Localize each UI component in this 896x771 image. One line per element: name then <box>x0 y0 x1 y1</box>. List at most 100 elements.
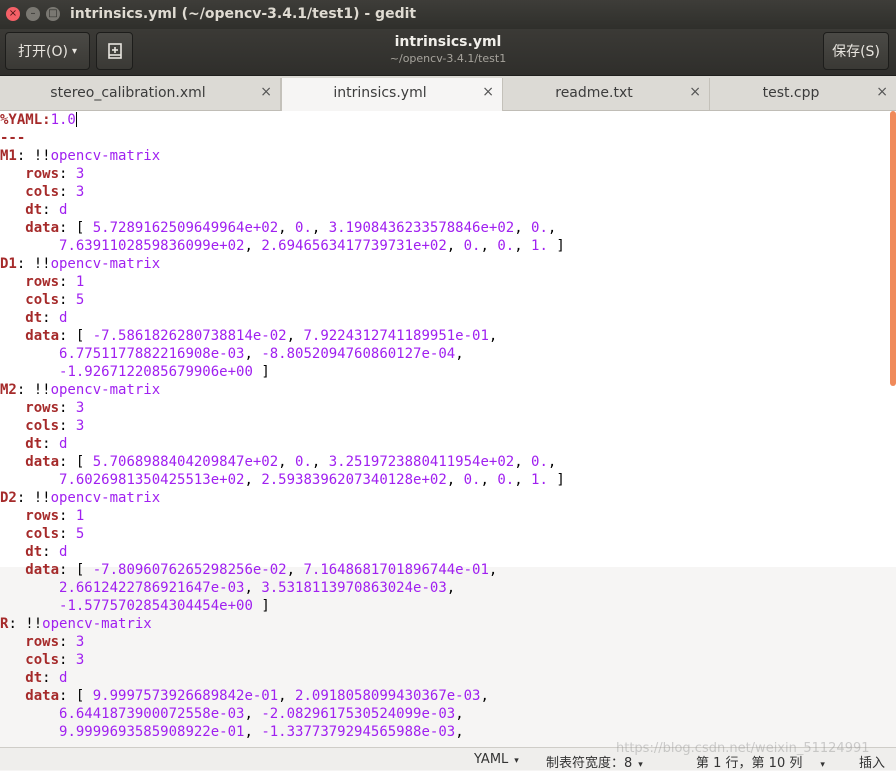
code-key: cols <box>0 526 60 542</box>
close-icon[interactable]: × <box>876 84 888 100</box>
code-line[interactable]: rows: 3 <box>0 165 565 183</box>
code-key: rows <box>0 634 60 650</box>
code-line[interactable]: D1: !!opencv-matrix <box>0 255 565 273</box>
code-line[interactable]: dt: d <box>0 669 565 687</box>
code-line[interactable]: rows: 1 <box>0 273 565 291</box>
header-bar: 打开(O) ▾ intrinsics.yml ~/opencv-3.4.1/te… <box>0 29 896 76</box>
code-value: 3.5318113970863024e-03 <box>261 580 447 596</box>
code-punctuation: , <box>278 454 296 470</box>
code-line[interactable]: cols: 3 <box>0 183 565 201</box>
code-punctuation <box>0 580 59 596</box>
tab-intrinsics[interactable]: intrinsics.yml × <box>281 78 503 111</box>
code-punctuation: : <box>59 634 76 650</box>
code-line[interactable]: rows: 3 <box>0 399 565 417</box>
code-value: opencv-matrix <box>50 382 161 398</box>
code-punctuation: : <box>59 184 76 200</box>
code-value: 0. <box>497 238 515 254</box>
code-punctuation: , <box>244 472 262 488</box>
code-line[interactable]: dt: d <box>0 201 565 219</box>
watermark: https://blog.csdn.net/weixin_51124991 <box>616 741 870 756</box>
code-line[interactable]: dt: d <box>0 435 565 453</box>
code-line[interactable]: data: [ 9.9997573926689842e-01, 2.091805… <box>0 687 565 705</box>
code-key: data <box>0 688 60 704</box>
code-line[interactable]: %YAML:1.0 <box>0 111 565 129</box>
code-key: rows <box>0 274 60 290</box>
language-label: YAML <box>474 752 509 767</box>
code-line[interactable]: rows: 3 <box>0 633 565 651</box>
tab-stereo-calibration[interactable]: stereo_calibration.xml × <box>0 78 281 110</box>
code-punctuation: , <box>455 346 464 362</box>
code-value: 1. <box>531 238 548 254</box>
code-value: 1.0 <box>50 112 76 128</box>
close-icon[interactable]: × <box>260 84 272 100</box>
code-key: data <box>0 220 60 236</box>
code-punctuation: : <box>59 274 76 290</box>
code-punctuation: : <box>59 166 76 182</box>
code-line[interactable]: dt: d <box>0 543 565 561</box>
code-line[interactable]: data: [ 5.7068988404209847e+02, 0., 3.25… <box>0 453 565 471</box>
code-line[interactable]: M2: !!opencv-matrix <box>0 381 565 399</box>
code-punctuation: : !! <box>8 616 43 632</box>
code-value: 7.6026981350425513e+02 <box>59 472 245 488</box>
code-line[interactable]: cols: 3 <box>0 651 565 669</box>
window-close-button[interactable]: × <box>6 7 20 21</box>
code-line[interactable]: -1.5775702854304454e+00 ] <box>0 597 565 615</box>
code-punctuation <box>0 238 59 254</box>
code-line[interactable]: cols: 5 <box>0 291 565 309</box>
code-key: data <box>0 562 60 578</box>
code-line[interactable]: --- <box>0 129 565 147</box>
code-line[interactable]: D2: !!opencv-matrix <box>0 489 565 507</box>
code-line[interactable]: dt: d <box>0 309 565 327</box>
code-line[interactable]: R: !!opencv-matrix <box>0 615 565 633</box>
code-key: cols <box>0 292 60 308</box>
tab-readme[interactable]: readme.txt × <box>503 78 710 110</box>
code-line[interactable]: M1: !!opencv-matrix <box>0 147 565 165</box>
tab-test-cpp[interactable]: test.cpp × <box>710 78 896 110</box>
save-button[interactable]: 保存(S) <box>823 32 889 70</box>
code-punctuation: , <box>488 328 498 344</box>
code-punctuation: , <box>547 454 557 470</box>
code-value: d <box>59 202 68 218</box>
code-line[interactable]: 6.7751177882216908e-03, -8.8052094760860… <box>0 345 565 363</box>
code-line[interactable]: 7.6026981350425513e+02, 2.59383962073401… <box>0 471 565 489</box>
code-punctuation: : <box>59 526 76 542</box>
code-line[interactable]: data: [ -7.8096076265298256e-02, 7.16486… <box>0 561 565 579</box>
code-punctuation: : <box>59 292 76 308</box>
code-view[interactable]: %YAML:1.0 --- M1: !!opencv-matrix rows: 3 … <box>0 111 565 741</box>
code-punctuation: , <box>244 706 262 722</box>
code-punctuation: , <box>488 562 498 578</box>
close-icon[interactable]: × <box>482 84 494 100</box>
window-minimize-button[interactable]: – <box>26 7 40 21</box>
code-value: 0. <box>463 238 481 254</box>
code-value: d <box>59 670 68 686</box>
code-line[interactable]: 7.6391102859836099e+02, 2.69465634177397… <box>0 237 565 255</box>
code-punctuation: ] <box>547 238 565 254</box>
code-line[interactable]: rows: 1 <box>0 507 565 525</box>
text-editor[interactable]: %YAML:1.0 --- M1: !!opencv-matrix rows: 3 … <box>0 111 896 747</box>
code-line[interactable]: data: [ 5.7289162509649964e+02, 0., 3.19… <box>0 219 565 237</box>
close-icon: × <box>8 8 18 19</box>
code-line[interactable]: 6.6441873900072558e-03, -2.0829617530524… <box>0 705 565 723</box>
code-punctuation: : [ <box>59 328 93 344</box>
code-value: d <box>59 544 68 560</box>
code-line[interactable]: cols: 3 <box>0 417 565 435</box>
code-value: -8.8052094760860127e-04 <box>261 346 456 362</box>
code-key: %YAML: <box>0 112 51 128</box>
code-line[interactable]: data: [ -7.5861826280738814e-02, 7.92243… <box>0 327 565 345</box>
code-punctuation: , <box>286 562 304 578</box>
code-value: opencv-matrix <box>50 490 161 506</box>
language-selector[interactable]: YAML ▾ <box>474 752 519 767</box>
code-value: 3 <box>75 184 85 200</box>
code-value: 6.7751177882216908e-03 <box>59 346 245 362</box>
scrollbar[interactable] <box>890 111 896 386</box>
window-maximize-button[interactable]: □ <box>46 7 60 21</box>
code-value: 6.6441873900072558e-03 <box>59 706 245 722</box>
code-value: 7.9224312741189951e-01 <box>303 328 489 344</box>
code-line[interactable]: cols: 5 <box>0 525 565 543</box>
code-punctuation: , <box>514 220 532 236</box>
code-line[interactable]: 2.6612422786921647e-03, 3.53181139708630… <box>0 579 565 597</box>
code-line[interactable]: 9.9999693585908922e-01, -1.3377379294565… <box>0 723 565 741</box>
close-icon[interactable]: × <box>689 84 701 100</box>
code-line[interactable]: -1.9267122085679906e+00 ] <box>0 363 565 381</box>
code-punctuation: , <box>244 580 262 596</box>
